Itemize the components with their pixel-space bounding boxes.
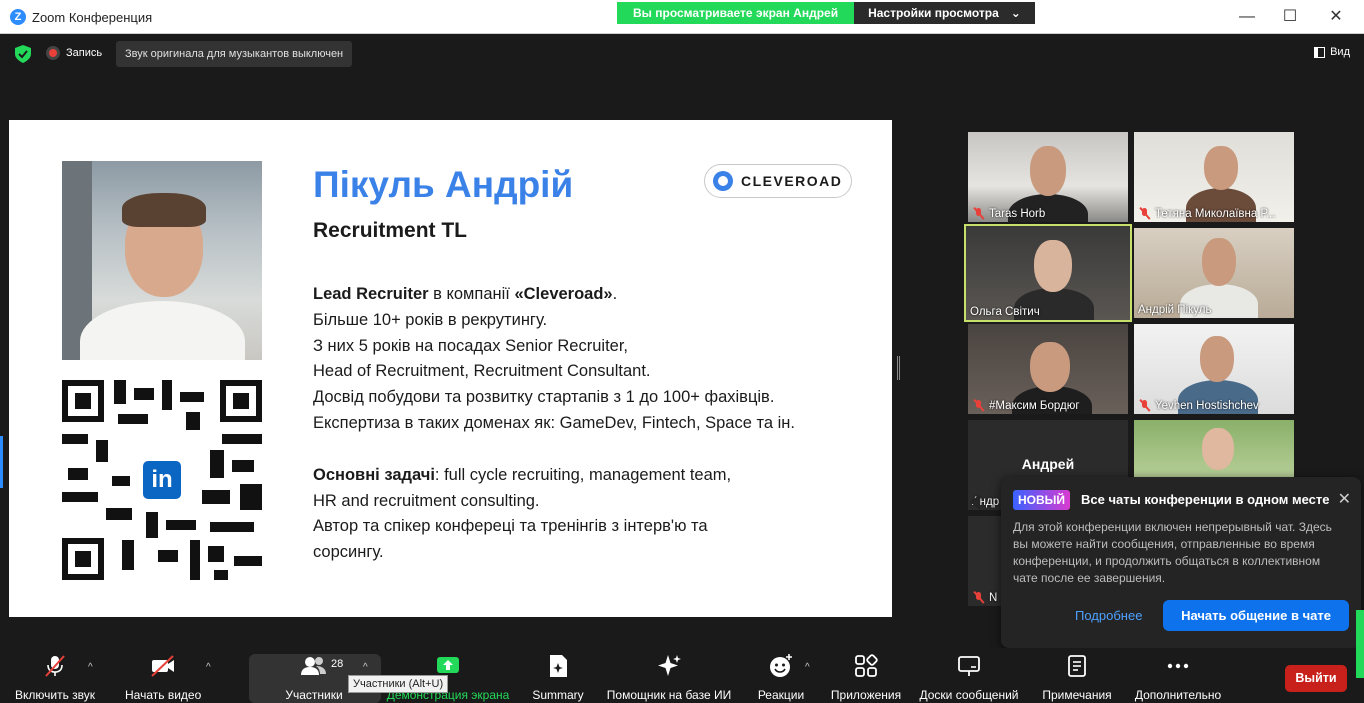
summary-button[interactable]: Summary: [530, 653, 586, 702]
shared-screen-slide[interactable]: in Пікуль Андрій Recruitment TL CLEVEROA…: [9, 120, 892, 617]
bio-line: Основні задачі: full cycle recruiting, m…: [313, 465, 732, 484]
panel-resize-handle[interactable]: [897, 356, 900, 380]
speaker-bio: Lead Recruiter в компанії «Cleveroad». Б…: [313, 282, 883, 566]
video-off-icon: [151, 655, 174, 677]
leave-meeting-button[interactable]: Выйти: [1285, 665, 1347, 692]
right-edge-strip: [1356, 610, 1364, 678]
chevron-down-icon: ⌄: [1010, 6, 1021, 20]
bio-line: Більше 10+ років в рекрутингу.: [313, 310, 548, 329]
participants-icon: [301, 657, 326, 675]
bio-line: З них 5 років на посадах Senior Recruite…: [313, 336, 628, 355]
participant-tile[interactable]: Yevhen Hostishchev: [1134, 324, 1294, 414]
company-logo-text: CLEVEROAD: [741, 173, 843, 189]
zoom-logo-icon: Z: [10, 9, 26, 25]
more-button[interactable]: Дополнительно: [1133, 653, 1223, 702]
mic-muted-icon: [45, 655, 65, 677]
mic-muted-icon: [1138, 399, 1151, 412]
bio-line: Експертиза в таких доменах як: GameDev, …: [313, 413, 795, 432]
close-icon[interactable]: ✕: [1338, 489, 1351, 509]
left-edge-strip: [0, 436, 3, 488]
window-title: Zoom Конференция: [32, 10, 153, 25]
speaker-photo: [62, 161, 262, 360]
chevron-up-icon[interactable]: ^: [363, 662, 368, 673]
start-video-button[interactable]: Начать видео: [125, 653, 201, 702]
record-icon: [46, 46, 60, 60]
speaker-name: Пікуль Андрій: [313, 164, 574, 205]
chevron-up-icon[interactable]: ^: [805, 662, 810, 673]
whiteboards-button[interactable]: Доски сообщений: [917, 653, 1021, 702]
bio-line: Head of Recruitment, Recruitment Consult…: [313, 362, 651, 381]
chevron-up-icon[interactable]: ^: [206, 662, 211, 673]
qr-code: in: [62, 380, 262, 580]
apps-icon: [855, 654, 878, 677]
mic-muted-icon: [972, 591, 985, 604]
summary-icon: [550, 655, 567, 677]
close-button[interactable]: ✕: [1325, 6, 1347, 28]
bio-line: сорсингу.: [313, 543, 384, 562]
bio-line: Автор та спікер конфереці та тренінгів з…: [313, 517, 708, 536]
linkedin-icon: in: [140, 458, 184, 502]
participant-tile-active[interactable]: Ольга Світич: [964, 224, 1132, 322]
security-shield-icon[interactable]: [15, 45, 31, 63]
meeting-toolbar: Включить звук ^ Начать видео ^ Участники…: [0, 648, 1364, 703]
view-settings-label: Настройки просмотра: [868, 6, 999, 20]
popup-title: Все чаты конференции в одном месте: [1081, 492, 1330, 507]
participants-tooltip: Участники (Alt+U): [348, 675, 449, 693]
original-sound-notice: Звук оригинала для музыкантов выключен: [116, 41, 353, 67]
view-settings-button[interactable]: Настройки просмотра ⌄: [854, 2, 1035, 24]
mic-muted-icon: [972, 207, 985, 220]
view-label: Вид: [1330, 46, 1350, 58]
speaker-role: Recruitment TL: [313, 219, 468, 242]
notes-button[interactable]: Примечания: [1040, 653, 1114, 702]
notes-icon: [1068, 655, 1086, 677]
recording-indicator[interactable]: Запись: [46, 46, 102, 60]
view-layout-icon: [1314, 46, 1326, 58]
start-chat-button[interactable]: Начать общение в чате: [1163, 600, 1349, 631]
participant-name-center: Андрей: [1021, 456, 1075, 472]
chevron-up-icon[interactable]: ^: [88, 662, 93, 673]
mic-muted-icon: [972, 399, 985, 412]
meeting-topbar: Запись Звук оригинала для музыкантов вык…: [0, 34, 1364, 74]
participant-tile[interactable]: Тетяна Миколаївна Р...: [1134, 132, 1294, 222]
whiteboard-icon: [958, 656, 980, 676]
reactions-button[interactable]: Реакции: [756, 653, 806, 702]
learn-more-link[interactable]: Подробнее: [1075, 608, 1142, 623]
popup-body: Для этой конференции включен непрерывный…: [1013, 520, 1332, 585]
company-logo: CLEVEROAD: [704, 164, 852, 198]
share-status: Вы просматриваете экран Андрей: [617, 2, 855, 24]
more-dots-icon: [1167, 663, 1189, 669]
maximize-button[interactable]: ☐: [1279, 6, 1301, 28]
view-button[interactable]: Вид: [1314, 46, 1350, 58]
unmute-button[interactable]: Включить звук: [13, 653, 97, 702]
bio-line: Lead Recruiter в компанії «Cleveroad».: [313, 285, 618, 303]
sparkle-icon: [658, 655, 681, 676]
cleveroad-logo-icon: [713, 171, 733, 191]
bio-line: Досвід побудови та розвитку стартапів з …: [313, 388, 775, 407]
minimize-button[interactable]: —: [1236, 6, 1258, 28]
ai-companion-button[interactable]: Помощник на базе ИИ: [605, 653, 733, 702]
apps-button[interactable]: Приложения: [828, 653, 904, 702]
participant-tile[interactable]: Андрій Пікуль: [1134, 228, 1294, 318]
bio-line: HR and recruitment consulting.: [313, 491, 540, 510]
participant-tile[interactable]: #Максим Бордюг: [968, 324, 1128, 414]
screen-share-banner: Вы просматриваете экран Андрей Настройки…: [617, 2, 1035, 24]
window-titlebar: Z Zoom Конференция Вы просматриваете экр…: [0, 0, 1364, 34]
continuous-chat-popup: НОВЫЙ Все чаты конференции в одном месте…: [1001, 477, 1361, 648]
mic-muted-icon: [1138, 207, 1151, 220]
new-badge: НОВЫЙ: [1013, 490, 1071, 510]
participant-tile[interactable]: Taras Horb: [968, 132, 1128, 222]
participants-count: 28: [331, 658, 344, 670]
record-label: Запись: [66, 47, 103, 59]
emoji-icon: [770, 654, 792, 677]
